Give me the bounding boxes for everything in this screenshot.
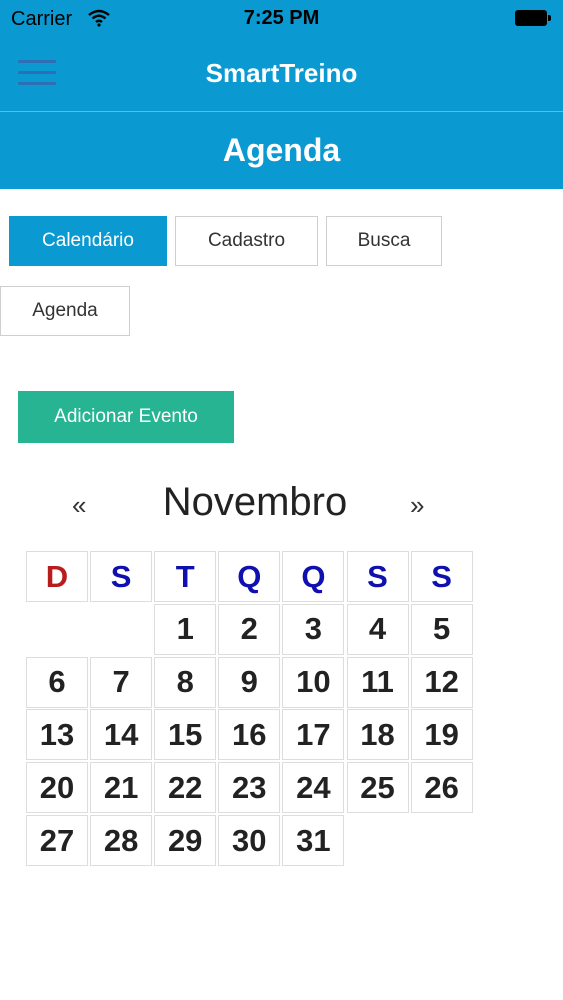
calendar-day[interactable]: 17 — [282, 709, 345, 761]
calendar-day[interactable]: 4 — [346, 603, 409, 655]
calendar-day[interactable]: 8 — [154, 656, 217, 708]
calendar-day[interactable]: 3 — [282, 603, 345, 655]
month-title: Novembro — [162, 480, 348, 524]
calendar-day[interactable]: 21 — [90, 762, 153, 814]
battery-icon — [515, 10, 551, 26]
calendar-day[interactable]: 9 — [218, 656, 281, 708]
page-title: Agenda — [222, 132, 341, 168]
calendar-day[interactable]: 12 — [410, 656, 473, 708]
calendar-day[interactable]: 14 — [90, 709, 153, 761]
calendar-day[interactable]: 5 — [410, 603, 473, 655]
status-bar: Carrier 7:25 PM — [0, 0, 563, 36]
calendar-day[interactable]: 30 — [218, 815, 281, 866]
calendar-day[interactable]: 19 — [410, 709, 473, 761]
tab-cadastro[interactable]: Cadastro — [175, 216, 318, 266]
weekday-header: S — [410, 551, 473, 602]
calendar-day[interactable]: 29 — [154, 815, 217, 866]
calendar-day[interactable]: 2 — [218, 603, 281, 655]
calendar-day[interactable]: 27 — [26, 815, 88, 866]
next-month-button[interactable]: » — [410, 490, 424, 521]
calendar-day[interactable]: 10 — [282, 656, 345, 708]
calendar-day[interactable]: 22 — [154, 762, 217, 814]
calendar-day[interactable]: 23 — [218, 762, 281, 814]
weekday-header: S — [90, 551, 153, 602]
calendar-day[interactable]: 1 — [154, 603, 217, 655]
weekday-header: T — [154, 551, 217, 602]
calendar-day[interactable]: 28 — [90, 815, 153, 866]
calendar-day[interactable]: 7 — [90, 656, 153, 708]
weekday-header: S — [346, 551, 409, 602]
weekday-header: D — [26, 551, 88, 602]
tab-busca[interactable]: Busca — [326, 216, 442, 266]
status-time: 7:25 PM — [243, 7, 320, 29]
calendar-day[interactable]: 25 — [346, 762, 409, 814]
calendar-day[interactable]: 31 — [282, 815, 345, 866]
weekday-header: Q — [282, 551, 345, 602]
app-title: SmartTreino — [205, 58, 358, 88]
calendar-day[interactable]: 26 — [410, 762, 473, 814]
add-event-button[interactable]: Adicionar Evento — [18, 391, 234, 443]
tab-calendario[interactable]: Calendário — [9, 216, 167, 266]
calendar-day[interactable]: 16 — [218, 709, 281, 761]
calendar-day[interactable]: 24 — [282, 762, 345, 814]
weekday-header: Q — [218, 551, 281, 602]
calendar-day[interactable]: 20 — [26, 762, 88, 814]
calendar-day[interactable]: 11 — [346, 656, 409, 708]
calendar-day[interactable]: 18 — [346, 709, 409, 761]
tab-agenda[interactable]: Agenda — [0, 286, 130, 336]
nav-bar: SmartTreino — [0, 36, 563, 112]
calendar-day[interactable]: 6 — [26, 656, 88, 708]
calendar-day[interactable]: 13 — [26, 709, 88, 761]
section-header: Agenda — [0, 112, 563, 189]
calendar-day[interactable]: 15 — [154, 709, 217, 761]
